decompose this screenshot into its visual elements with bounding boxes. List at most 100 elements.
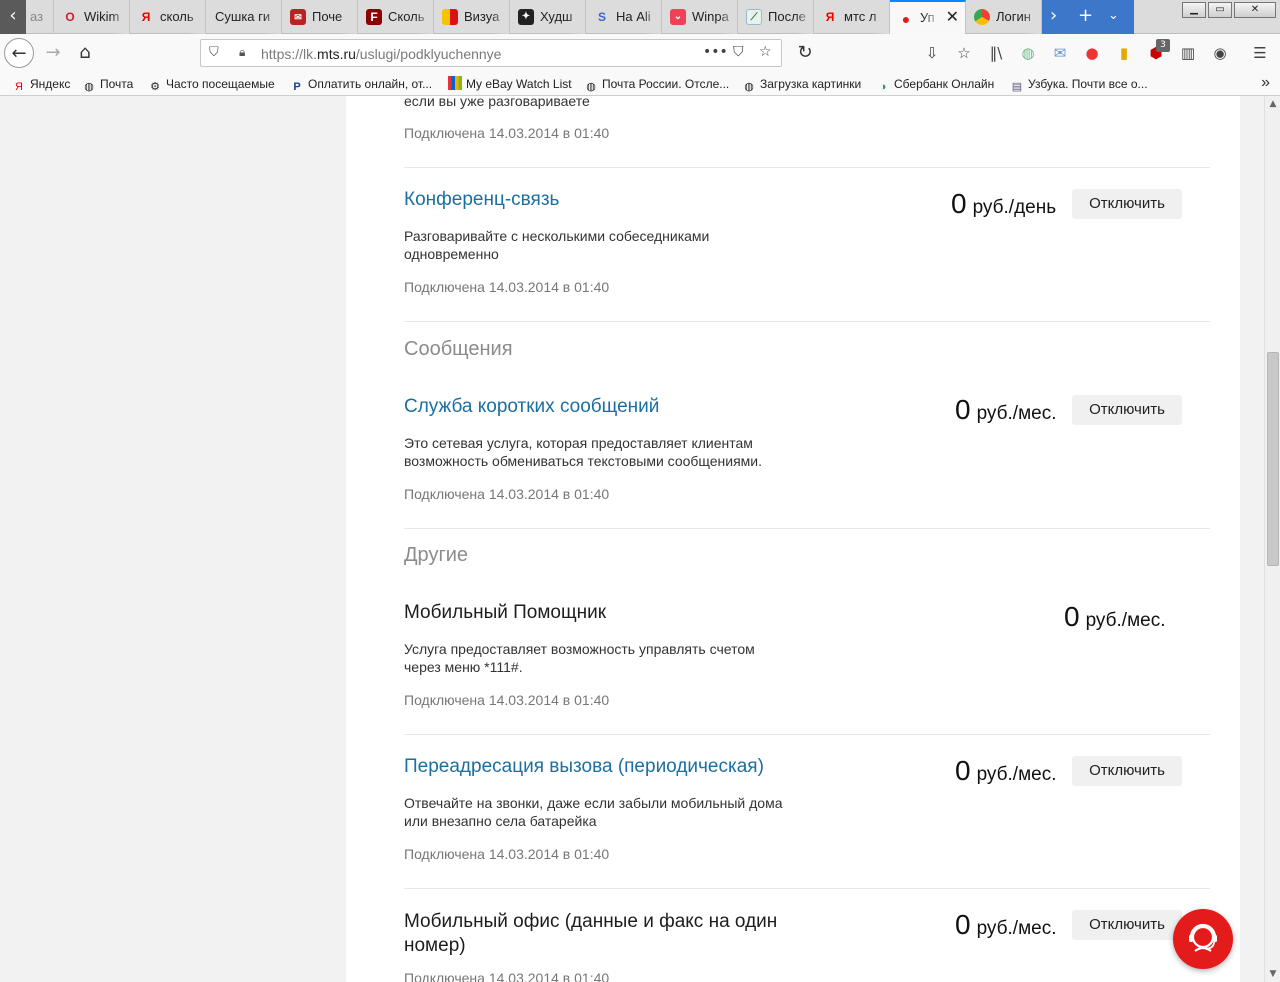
opera-icon: O — [65, 10, 75, 24]
account-icon[interactable]: ◉ — [1210, 43, 1230, 63]
minimize-icon[interactable]: ▁ — [1182, 2, 1206, 18]
bookmarks-overflow-icon[interactable]: » — [1261, 74, 1270, 92]
window-controls: ▁ ▭ ✕ — [1182, 2, 1276, 18]
red-extension-icon[interactable]: ● — [1082, 43, 1102, 63]
tab-2[interactable]: Я сколь — [130, 0, 206, 34]
tab-9[interactable]: ⌄ Winpa — [662, 0, 738, 34]
home-icon: ⌂ — [79, 42, 91, 63]
bookmark-mail[interactable]: ◍ Почта — [82, 76, 133, 94]
tab-11[interactable]: Я мтс л — [814, 0, 890, 34]
bookmark-yandex[interactable]: Я Яндекс — [12, 76, 70, 94]
service-description: Услуга предоставляет возможность управля… — [404, 641, 755, 675]
yandex-icon: Я — [15, 81, 23, 93]
tracking-shield-icon[interactable]: ⛉ — [209, 45, 219, 60]
lock-icon[interactable]: 🔒︎ — [239, 45, 245, 60]
service-title-sms[interactable]: Служба коротких сообщений — [404, 396, 659, 418]
globe-icon: ◍ — [586, 81, 596, 93]
navigation-bar: ← → ⌂ ⛉ 🔒︎ https://lk.mts.ru/uslugi/podk… — [0, 34, 1280, 72]
pocket-save-icon[interactable]: ⛉ — [733, 44, 744, 60]
service-description: Это сетевая услуга, которая предоставляе… — [404, 435, 763, 469]
price-value: 0 — [955, 755, 971, 786]
reload-button[interactable]: ↻ — [790, 38, 820, 68]
tab-5[interactable]: F Сколь — [358, 0, 434, 34]
close-tab-icon[interactable]: ✕ — [946, 9, 959, 27]
service-connected-date: Подключена 14.03.2014 в 01:40 — [404, 125, 610, 141]
support-agent-icon — [1189, 923, 1217, 952]
service-title-conference-call[interactable]: Конференц-связь — [404, 189, 559, 211]
forward-button[interactable]: → — [38, 38, 68, 68]
bookmarks-menu-icon[interactable]: ☆ — [954, 43, 974, 63]
service-price: 0 руб./мес. — [955, 909, 1057, 941]
bookmark-star-icon[interactable]: ☆ — [759, 44, 772, 60]
notification-badge: 3 — [1156, 39, 1170, 52]
tab-label: Сушка ги — [215, 9, 271, 24]
chevron-down-icon[interactable]: ⌄ — [1108, 5, 1119, 27]
url-text[interactable]: https://lk.mts.ru/uslugi/podklyuchennye — [261, 46, 501, 62]
bookmark-label: Яндекс — [30, 77, 71, 91]
divider — [404, 888, 1210, 889]
gear-icon: ⚙ — [150, 81, 160, 93]
address-bar[interactable]: ⛉ 🔒︎ https://lk.mts.ru/uslugi/podklyuche… — [200, 39, 782, 67]
section-title-messages: Сообщения — [404, 338, 513, 360]
disable-sms-button[interactable]: Отключить — [1072, 395, 1182, 425]
mail-extension-icon[interactable]: ✉ — [1050, 43, 1070, 63]
tab-7[interactable]: ✦ Худш — [510, 0, 586, 34]
service-connected-date: Подключена 14.03.2014 в 01:40 — [404, 846, 610, 862]
page-scrollbar[interactable]: ▲ ▼ — [1264, 96, 1280, 982]
tab-0[interactable]: аз — [26, 0, 54, 34]
disable-conference-call-button[interactable]: Отключить — [1072, 189, 1182, 219]
scroll-down-icon[interactable]: ▼ — [1265, 966, 1280, 982]
disable-call-forwarding-button[interactable]: Отключить — [1072, 756, 1182, 786]
page-actions-icon[interactable]: ••• — [703, 44, 728, 60]
bookmark-image-upload[interactable]: ◍ Загрузка картинки — [742, 76, 861, 94]
tab-12-active[interactable]: ● Уп ✕ — [890, 0, 966, 34]
tab-3[interactable]: Сушка ги — [206, 0, 282, 34]
tab-1[interactable]: O Wikim — [54, 0, 130, 34]
service-description: Отвечайте на звонки, даже если забыли мо… — [404, 795, 783, 829]
bookmark-russian-post[interactable]: ◍ Почта России. Отсле... — [584, 76, 729, 94]
sberbank-icon: ◑ — [879, 81, 887, 93]
tab-controls: › + ⌄ — [1042, 0, 1134, 34]
library-icon[interactable]: ‖\ — [986, 43, 1006, 63]
service-price: 0 руб./мес. — [955, 755, 1057, 787]
tab-4[interactable]: ✉ Поче — [282, 0, 358, 34]
window-close-icon[interactable]: ✕ — [1234, 2, 1276, 18]
bookmark-label: Оплатить онлайн, от... — [308, 77, 433, 91]
s-icon: S — [597, 10, 606, 24]
bookmark-sberbank[interactable]: ◑ Сбербанк Онлайн — [876, 76, 995, 94]
scroll-up-icon[interactable]: ▲ — [1265, 96, 1280, 112]
chart-icon: ⟋ — [746, 9, 762, 25]
bookmark-most-visited[interactable]: ⚙ Часто посещаемые — [148, 76, 275, 94]
bookmark-label: Почта — [100, 77, 134, 91]
service-connected-date: Подключена 14.03.2014 в 01:40 — [404, 970, 610, 982]
scrollbar-thumb[interactable] — [1267, 352, 1279, 566]
tab-6[interactable]: Визуа — [434, 0, 510, 34]
tab-13[interactable]: Логин — [966, 0, 1042, 34]
scroll-tabs-right-icon[interactable]: › — [1050, 5, 1057, 27]
bookmark-uzbuka[interactable]: ▤ Узбука. Почти все о... — [1010, 76, 1148, 94]
support-chat-button[interactable] — [1173, 909, 1233, 969]
downloads-icon[interactable]: ⇩ — [922, 43, 942, 63]
maximize-icon[interactable]: ▭ — [1208, 2, 1232, 18]
bookmark-pay-online[interactable]: P Оплатить онлайн, от... — [290, 76, 432, 94]
tab-8[interactable]: S На Ali — [586, 0, 662, 34]
home-button[interactable]: ⌂ — [70, 38, 100, 68]
bookmark-label: Узбука. Почти все о... — [1028, 77, 1148, 91]
disable-mobile-office-button[interactable]: Отключить — [1072, 910, 1182, 940]
back-button[interactable]: ← — [4, 38, 34, 68]
scroll-tabs-left-button[interactable]: ‹ — [0, 0, 26, 34]
flag-extension-icon[interactable]: ▮ — [1114, 43, 1134, 63]
tab-10[interactable]: ⟋ После — [738, 0, 814, 34]
sidebar-icon[interactable]: ▥ — [1178, 43, 1198, 63]
service-price: 0 руб./мес. — [1064, 601, 1166, 633]
hamburger-menu-icon[interactable]: ☰ — [1250, 43, 1270, 63]
service-description: Разговаривайте с несколькими собеседника… — [404, 228, 710, 262]
bookmark-ebay[interactable]: My eBay Watch List — [448, 76, 572, 92]
chrome-icon — [974, 9, 990, 25]
price-unit: руб./мес. — [976, 764, 1057, 785]
globe-extension-icon[interactable]: ◍ — [1018, 43, 1038, 63]
reload-icon: ↻ — [797, 42, 813, 63]
service-price: 0 руб./мес. — [955, 394, 1057, 426]
service-title-call-forwarding[interactable]: Переадресация вызова (периодическая) — [404, 756, 764, 778]
new-tab-icon[interactable]: + — [1078, 5, 1093, 27]
